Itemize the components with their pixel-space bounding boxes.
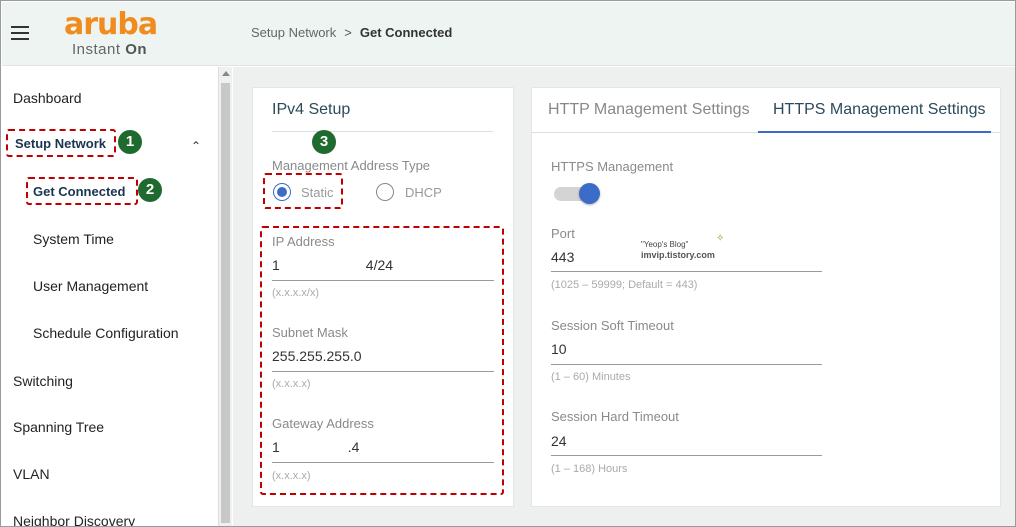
tab-https-management[interactable]: HTTPS Management Settings [773,101,986,119]
breadcrumb: Setup Network > Get Connected [251,25,452,40]
tab-http-management[interactable]: HTTP Management Settings [548,101,750,119]
blog-watermark: "Yeop's Blog" imvip.tistory.com [641,239,751,261]
ipv4-title-divider [272,131,493,132]
app-window: aruba Instant On Setup Network > Get Conne… [0,0,1016,527]
annotation-badge-2: 2 [138,178,162,202]
top-header: aruba Instant On [2,2,1015,66]
management-settings-card [531,87,1001,507]
ipv4-title: IPv4 Setup [272,101,351,118]
watermark-url: imvip.tistory.com [641,250,715,260]
port-label: Port [551,226,575,241]
annotation-box-get-connected [26,177,138,205]
logo-subtitle: Instant On [72,41,147,58]
breadcrumb-current: Get Connected [359,25,453,40]
port-input[interactable]: 443 [551,249,574,265]
https-management-label: HTTPS Management [551,159,674,174]
scroll-thumb[interactable] [221,83,230,523]
chevron-up-icon[interactable]: ⌃ [191,139,201,153]
sidebar-item-system-time[interactable]: System Time [33,231,114,247]
sidebar-item-schedule-configuration[interactable]: Schedule Configuration [33,325,179,341]
sidebar-item-switching[interactable]: Switching [13,373,73,389]
session-hard-timeout-underline [551,455,822,456]
scroll-up-arrow-icon[interactable] [222,71,230,76]
logo-instant-text: Instant [72,41,121,58]
aruba-logo: aruba Instant On [62,10,172,62]
session-soft-timeout-input[interactable]: 10 [551,341,567,357]
session-soft-timeout-label: Session Soft Timeout [551,318,674,333]
sidebar-item-user-management[interactable]: User Management [33,278,148,294]
session-soft-timeout-underline [551,364,822,365]
annotation-box-ip-fields [260,226,504,495]
session-hard-timeout-input[interactable]: 24 [551,433,567,449]
active-tab-indicator [758,131,991,133]
sparkle-icon: ✧ [716,233,725,244]
watermark-title: "Yeop's Blog" [641,240,689,249]
session-hard-timeout-hint: (1 – 168) Hours [551,463,628,475]
sidebar-scrollbar[interactable] [218,67,232,526]
sidebar-item-spanning-tree[interactable]: Spanning Tree [13,419,104,435]
sidebar-item-neighbor-discovery[interactable]: Neighbor Discovery [13,513,135,526]
annotation-box-setup-network [6,129,116,157]
port-hint: (1025 – 59999; Default = 443) [551,279,698,291]
dhcp-radio[interactable] [376,183,394,201]
sidebar-item-vlan[interactable]: VLAN [13,466,50,482]
logo-brand: aruba [64,7,158,42]
annotation-badge-3: 3 [312,130,336,154]
menu-icon[interactable] [11,26,29,42]
port-underline [551,271,822,272]
breadcrumb-parent[interactable]: Setup Network [251,25,336,40]
mgmt-address-type-label: Management Address Type [272,158,431,173]
https-toggle-knob[interactable] [579,183,600,204]
sidebar-item-dashboard[interactable]: Dashboard [13,90,82,106]
logo-on-text: On [125,41,148,58]
annotation-box-static [263,173,343,209]
session-hard-timeout-label: Session Hard Timeout [551,409,679,424]
breadcrumb-separator: > [344,25,352,40]
dhcp-radio-label: DHCP [405,185,442,200]
annotation-badge-1: 1 [118,130,142,154]
session-soft-timeout-hint: (1 – 60) Minutes [551,371,631,383]
